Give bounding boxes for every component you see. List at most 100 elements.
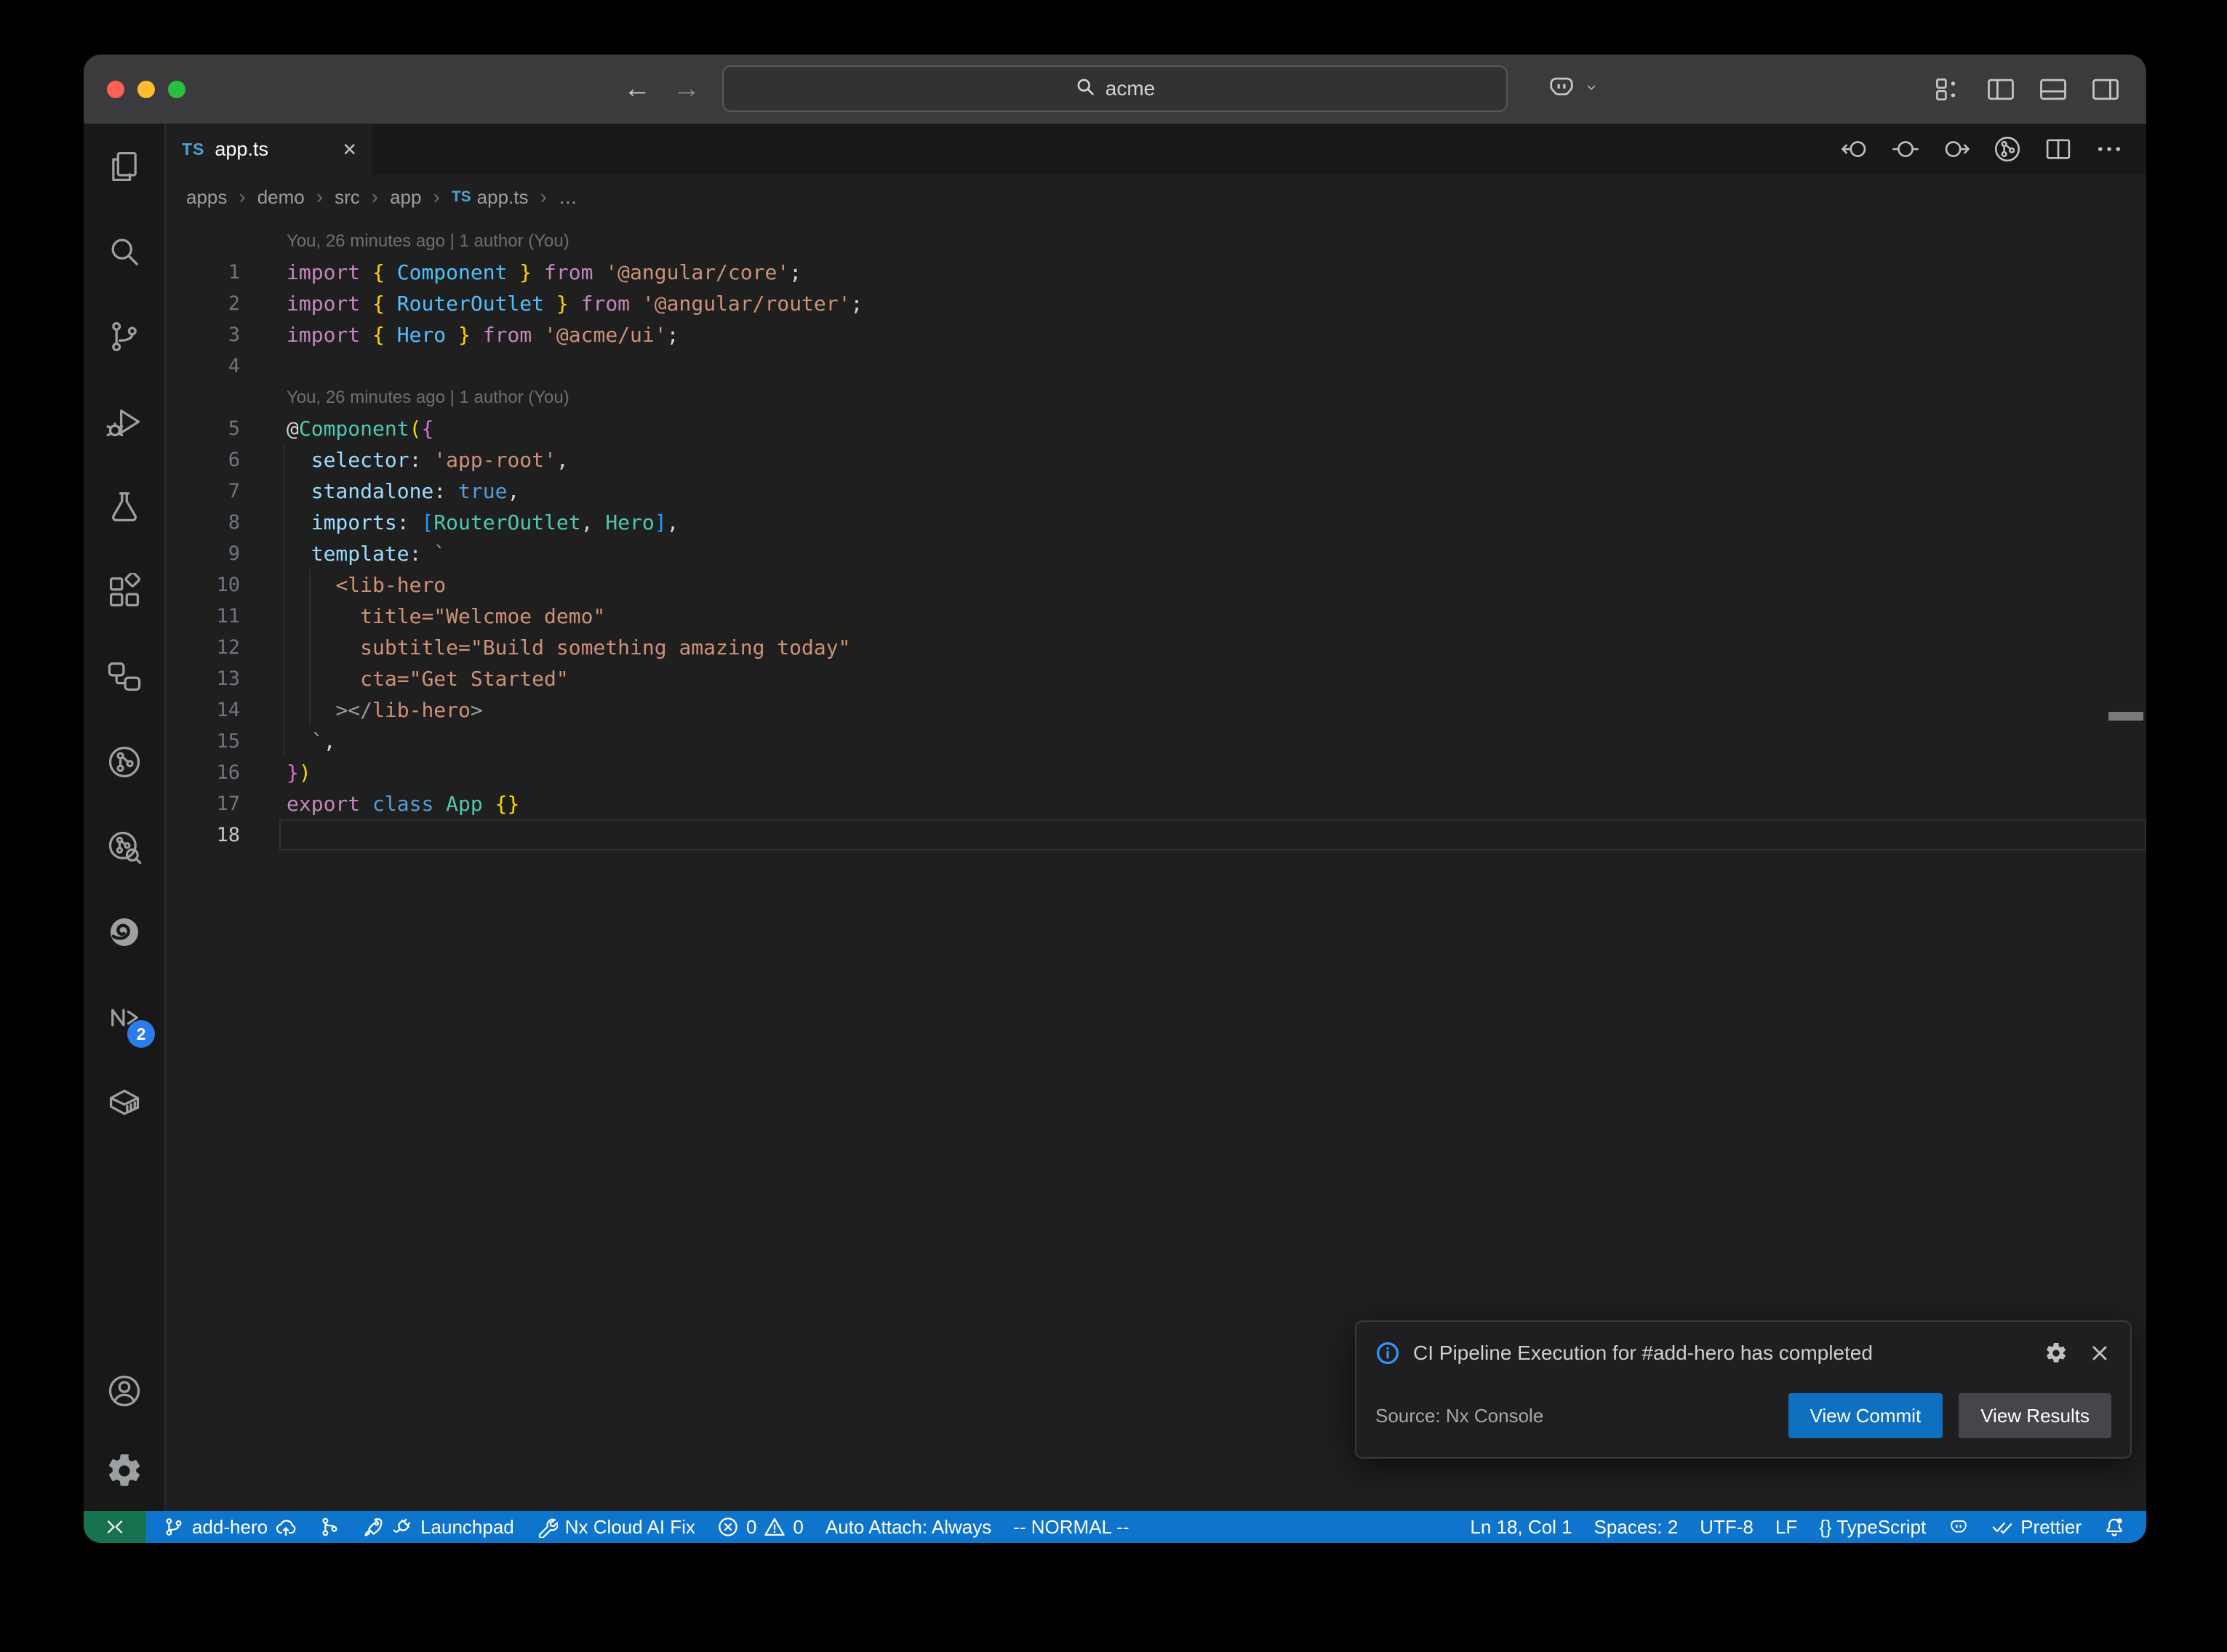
- status-auto-attach[interactable]: Auto Attach: Always: [815, 1511, 1002, 1543]
- line-number: 8: [166, 507, 276, 538]
- status-gitlens-launchpad[interactable]: Launchpad: [351, 1511, 525, 1543]
- warning-icon: [764, 1516, 785, 1538]
- line-number: 17: [166, 788, 276, 819]
- toggle-left-sidebar-icon[interactable]: [1985, 73, 2017, 105]
- history-nav: ← →: [623, 55, 700, 124]
- layout-controls: [1932, 55, 2122, 124]
- line-number: 15: [166, 726, 276, 757]
- breadcrumb-item[interactable]: TSapp.ts: [452, 186, 529, 209]
- activity-testing[interactable]: [84, 464, 165, 549]
- activity-project-view[interactable]: [84, 634, 165, 719]
- code-line-2: 2import { RouterOutlet } from '@angular/…: [166, 288, 2146, 319]
- breadcrumb-item[interactable]: …: [559, 186, 577, 209]
- activity-settings[interactable]: [84, 1431, 165, 1511]
- status-copilot[interactable]: [1937, 1511, 1980, 1543]
- status-eol[interactable]: LF: [1764, 1511, 1808, 1543]
- code-line-11: 11 title="Welcmoe demo": [166, 601, 2146, 632]
- copilot-icon: [1948, 1516, 1970, 1538]
- status-notifications[interactable]: [2092, 1511, 2136, 1543]
- code-editor[interactable]: You, 26 minutes ago | 1 author (You)1imp…: [166, 220, 2146, 1511]
- status-prettier[interactable]: Prettier: [1980, 1511, 2092, 1543]
- status-remote-indicator[interactable]: [84, 1511, 146, 1543]
- copilot-icon: [1546, 71, 1578, 107]
- line-number: 11: [166, 601, 276, 632]
- code-line-16: 16}): [166, 757, 2146, 788]
- activity-bar-bottom: [84, 1351, 165, 1511]
- command-center-search[interactable]: acme: [722, 65, 1508, 112]
- notification-settings-gear-icon[interactable]: [2044, 1342, 2068, 1365]
- code-line-13: 13 cta="Get Started": [166, 663, 2146, 694]
- activity-source-control[interactable]: [84, 294, 165, 379]
- breadcrumb-separator: ›: [372, 185, 378, 209]
- view-commit-button[interactable]: View Commit: [1788, 1393, 1943, 1438]
- activity-gitlens-inspect[interactable]: [84, 804, 165, 889]
- status-vim-mode[interactable]: -- NORMAL --: [1002, 1511, 1140, 1543]
- git-branch-icon: [163, 1516, 185, 1538]
- status-language-mode[interactable]: {} TypeScript: [1808, 1511, 1937, 1543]
- bell-dot-icon: [2103, 1516, 2125, 1538]
- activity-search[interactable]: [84, 209, 165, 294]
- breadcrumb-item[interactable]: app: [390, 186, 421, 209]
- status-nx-cloud-ai-fix[interactable]: Nx Cloud AI Fix: [525, 1511, 706, 1543]
- layout-controls-icon[interactable]: [1932, 73, 1964, 105]
- typescript-file-icon: TS: [182, 140, 204, 159]
- command-center-text: acme: [1105, 77, 1155, 100]
- view-results-button[interactable]: View Results: [1959, 1393, 2111, 1438]
- info-icon: [1375, 1341, 1400, 1366]
- wrench-icon: [536, 1516, 558, 1538]
- activity-accounts[interactable]: [84, 1351, 165, 1431]
- back-arrow-icon[interactable]: ←: [623, 73, 651, 105]
- split-editor-icon[interactable]: [2043, 134, 2074, 164]
- tab-app-ts[interactable]: TS app.ts ×: [166, 124, 372, 175]
- status-git-branch[interactable]: add-hero: [152, 1511, 308, 1543]
- toggle-bottom-panel-icon[interactable]: [2037, 73, 2069, 105]
- status-commit-graph[interactable]: [308, 1511, 351, 1543]
- activity-bar-top: 2: [84, 124, 165, 1144]
- activity-gitlens[interactable]: [84, 719, 165, 804]
- notification-buttons: View Commit View Results: [1788, 1393, 2111, 1438]
- traffic-lights: [107, 81, 185, 98]
- gitlens-changes-icon[interactable]: [1890, 134, 1921, 164]
- status-cursor-position[interactable]: Ln 18, Col 1: [1459, 1511, 1583, 1543]
- line-number: 9: [166, 538, 276, 569]
- more-actions-icon[interactable]: [2094, 134, 2124, 164]
- tab-label: app.ts: [215, 138, 268, 161]
- activity-containers[interactable]: [84, 1059, 165, 1144]
- activity-nx-console[interactable]: 2: [84, 974, 165, 1059]
- activity-extensions[interactable]: [84, 549, 165, 634]
- status-indentation[interactable]: Spaces: 2: [1583, 1511, 1690, 1543]
- activity-edge-tools[interactable]: [84, 889, 165, 974]
- breadcrumb-item[interactable]: src: [335, 186, 360, 209]
- remote-icon: [104, 1516, 126, 1538]
- status-encoding[interactable]: UTF-8: [1689, 1511, 1764, 1543]
- activity-run-debug[interactable]: [84, 379, 165, 464]
- gitlens-previous-change-icon[interactable]: [1839, 134, 1870, 164]
- code-line-10: 10 <lib-hero: [166, 569, 2146, 601]
- breadcrumb-item[interactable]: demo: [257, 186, 305, 209]
- close-window-button[interactable]: [107, 81, 124, 98]
- line-number: 7: [166, 476, 276, 507]
- activity-explorer[interactable]: [84, 124, 165, 209]
- code-line-8: 8 imports: [RouterOutlet, Hero],: [166, 507, 2146, 538]
- line-number: 13: [166, 663, 276, 694]
- gitlens-commit-graph-icon[interactable]: [1992, 134, 2023, 164]
- breadcrumb-item[interactable]: apps: [186, 186, 227, 209]
- copilot-menu[interactable]: [1546, 55, 1599, 124]
- forward-arrow-icon[interactable]: →: [673, 73, 700, 105]
- search-icon: [1075, 76, 1095, 102]
- close-tab-icon[interactable]: ×: [343, 137, 356, 161]
- minimize-window-button[interactable]: [137, 81, 155, 98]
- chevron-down-icon: [1583, 79, 1599, 99]
- code-line-1: 1import { Component } from '@angular/cor…: [166, 257, 2146, 288]
- rocket-icon: [362, 1516, 384, 1538]
- typescript-icon: TS: [452, 188, 471, 206]
- cloud-upload-icon: [275, 1516, 297, 1538]
- code-line-3: 3import { Hero } from '@acme/ui';: [166, 319, 2146, 350]
- toggle-right-sidebar-icon[interactable]: [2090, 73, 2122, 105]
- notification-close-icon[interactable]: [2088, 1342, 2111, 1365]
- breadcrumb: apps›demo›src›app›TSapp.ts›…: [166, 175, 2146, 220]
- zoom-window-button[interactable]: [168, 81, 185, 98]
- code-line-4: 4: [166, 350, 2146, 382]
- gitlens-next-change-icon[interactable]: [1941, 134, 1972, 164]
- status-problems[interactable]: 00: [706, 1511, 815, 1543]
